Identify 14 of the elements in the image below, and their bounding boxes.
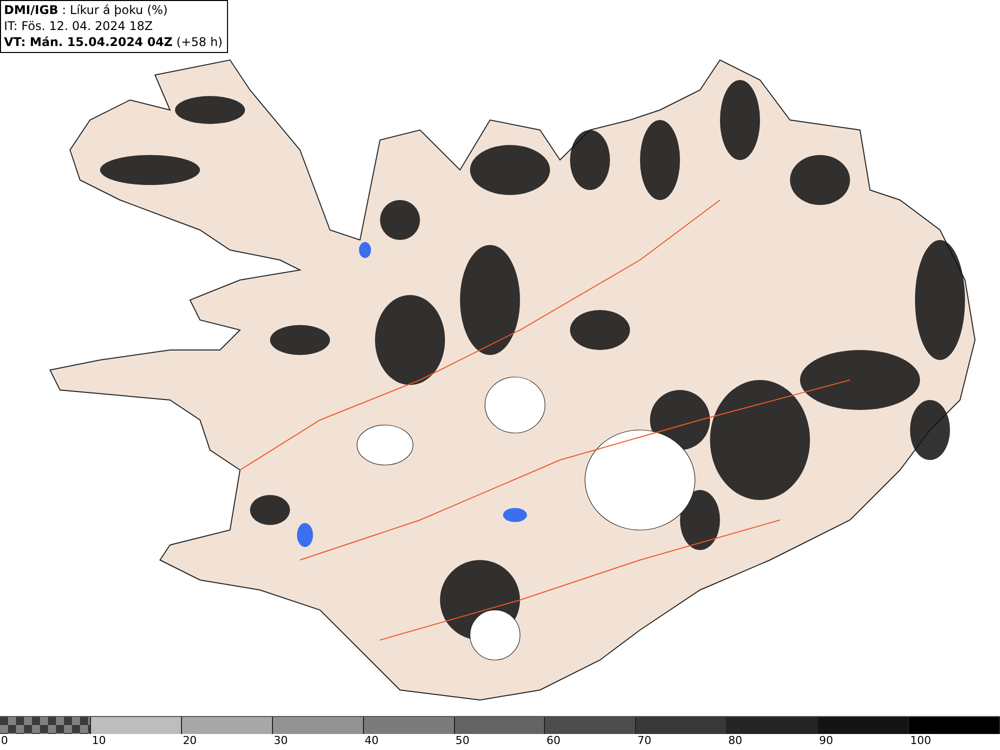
legend-label: 70 (636, 734, 652, 748)
title-line: IT: Fös. 12. 04. 2024 18Z (4, 18, 154, 34)
legend-label: 80 (727, 734, 742, 748)
legend-label: 30 (272, 734, 288, 748)
legend-label: 60 (545, 734, 560, 748)
legend-label: 50 (454, 734, 470, 748)
legend-label: 10 (90, 734, 106, 748)
title-line: DMI/IGB : Líkur á þoku (%) (4, 2, 169, 18)
legend-label: 0 (0, 734, 8, 748)
legend-label: 40 (364, 734, 379, 748)
legend-label: 100 (909, 734, 932, 748)
title-line: VT: Mán. 15.04.2024 04Z (+58 h) (4, 34, 223, 50)
legend-label: 90 (818, 734, 834, 748)
legend-label: 20 (182, 734, 197, 748)
